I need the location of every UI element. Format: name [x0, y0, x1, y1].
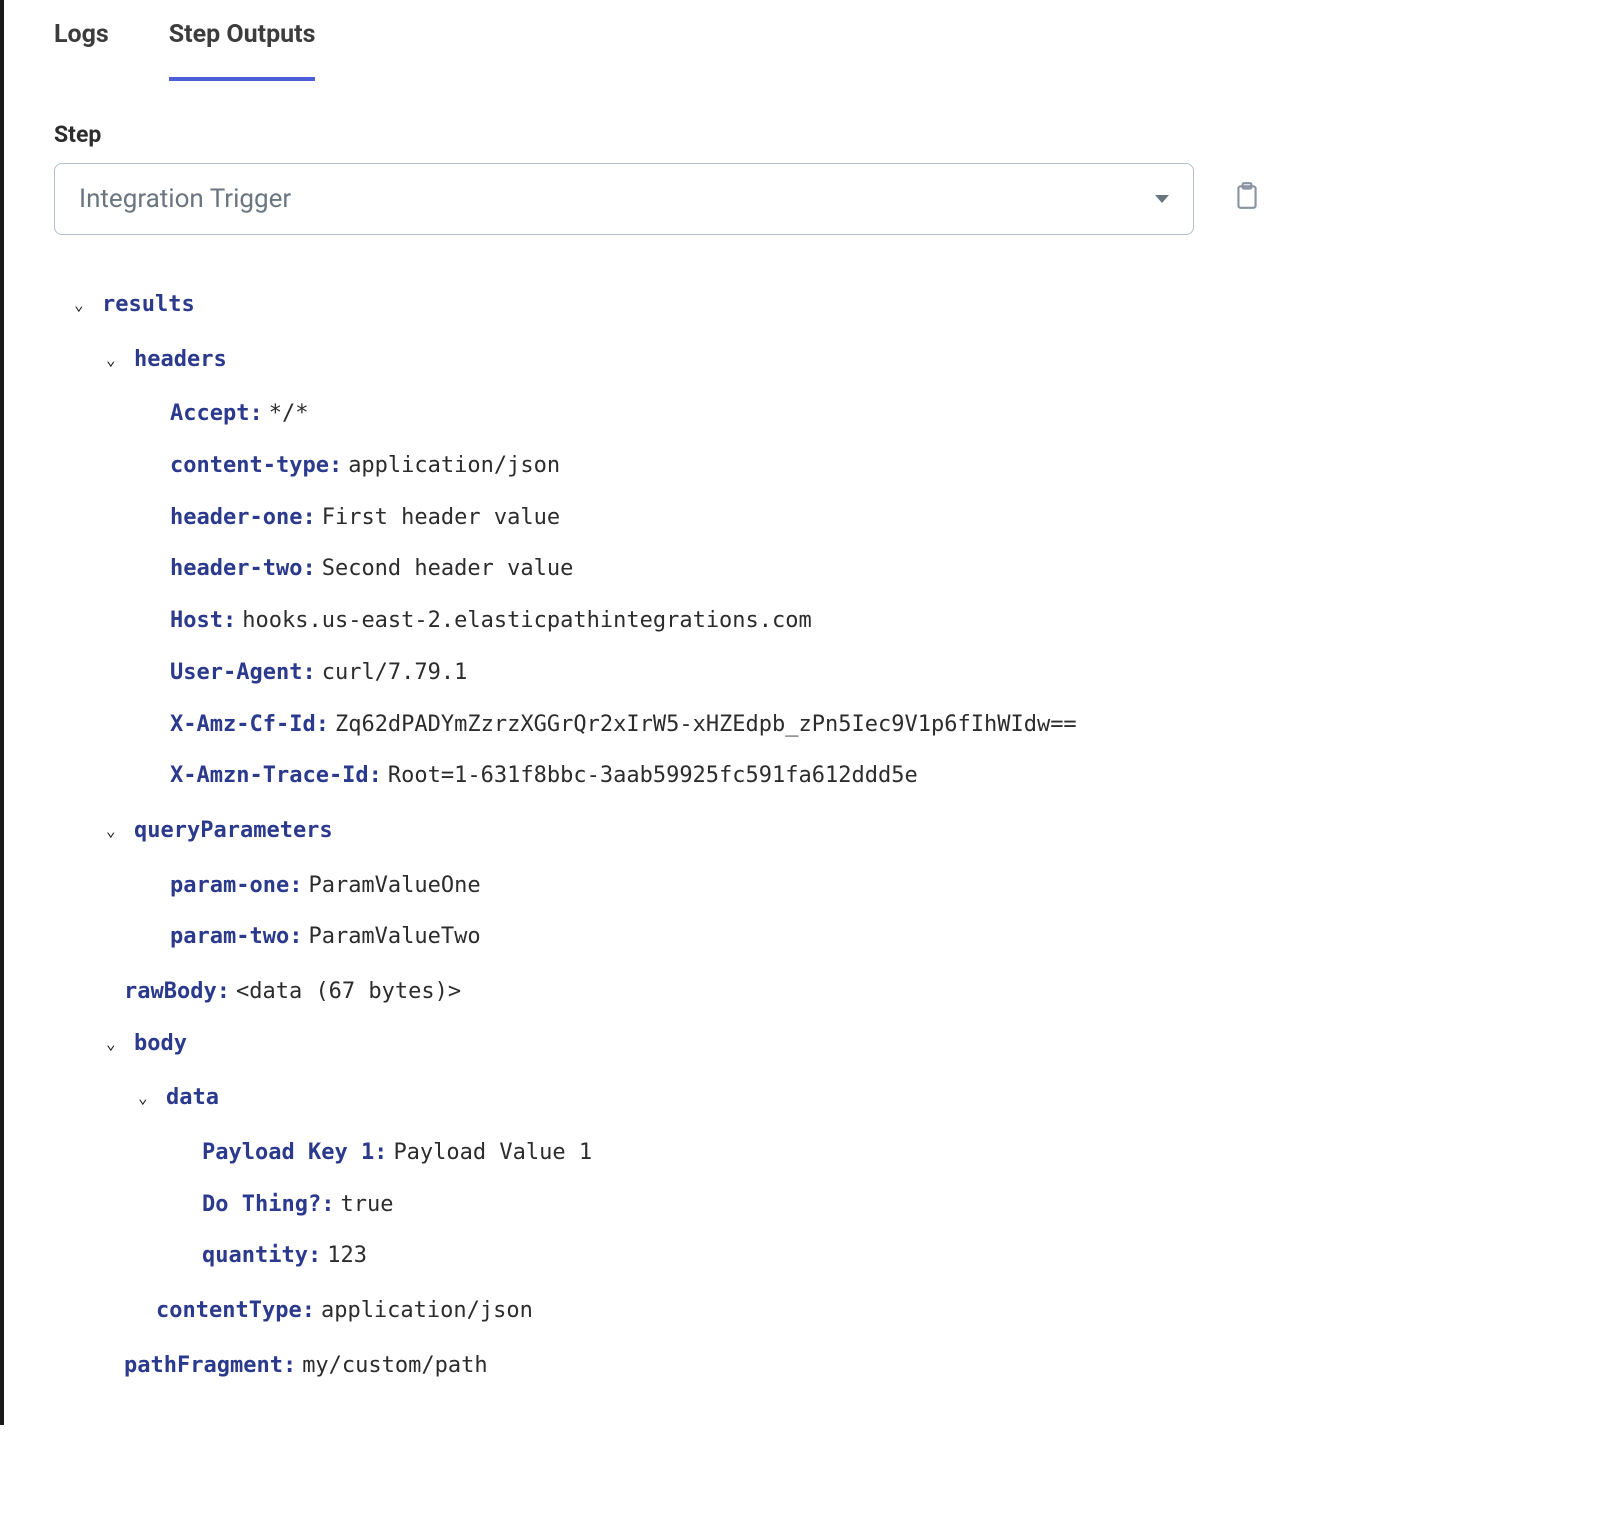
chevron-down-icon[interactable]: ⌄ [138, 1087, 156, 1109]
chevron-down-icon[interactable]: ⌄ [106, 820, 124, 842]
user-agent-value: curl/7.79.1 [322, 658, 468, 688]
param-two-key: param-two: [170, 922, 302, 952]
step-label: Step [44, 121, 1568, 148]
caret-down-icon [1155, 195, 1169, 203]
step-select-value: Integration Trigger [79, 184, 291, 214]
host-value: hooks.us-east-2.elasticpathintegrations.… [242, 606, 812, 636]
path-fragment-key: pathFragment: [124, 1351, 296, 1381]
body-key[interactable]: body [134, 1029, 187, 1059]
clipboard-icon[interactable] [1234, 181, 1260, 217]
chevron-down-icon[interactable]: ⌄ [74, 294, 92, 316]
param-one-key: param-one: [170, 871, 302, 901]
tab-step-outputs[interactable]: Step Outputs [169, 20, 316, 81]
content-type-key: content-type: [170, 451, 342, 481]
user-agent-key: User-Agent: [170, 658, 316, 688]
tab-logs[interactable]: Logs [54, 20, 109, 81]
header-one-key: header-one: [170, 503, 316, 533]
query-parameters-key[interactable]: queryParameters [134, 816, 333, 846]
x-amz-cf-id-key: X-Amz-Cf-Id: [170, 710, 329, 740]
headers-key[interactable]: headers [134, 345, 227, 375]
content-type-body-key: contentType: [156, 1296, 315, 1326]
do-thing-key: Do Thing?: [202, 1190, 334, 1220]
header-one-value: First header value [322, 503, 560, 533]
raw-body-key: rawBody: [124, 977, 230, 1007]
output-tree: ⌄ results ⌄ headers Accept:*/* content-t… [44, 290, 1568, 1380]
step-select[interactable]: Integration Trigger [54, 163, 1194, 235]
x-amzn-trace-id-key: X-Amzn-Trace-Id: [170, 761, 382, 791]
content-type-body-value: application/json [321, 1296, 533, 1326]
path-fragment-value: my/custom/path [302, 1351, 487, 1381]
chevron-down-icon[interactable]: ⌄ [106, 349, 124, 371]
results-key[interactable]: results [102, 290, 195, 320]
do-thing-value: true [340, 1190, 393, 1220]
quantity-key: quantity: [202, 1241, 321, 1271]
accept-key: Accept: [170, 399, 263, 429]
payload-key-1-value: Payload Value 1 [393, 1138, 592, 1168]
param-two-value: ParamValueTwo [308, 922, 480, 952]
content-type-value: application/json [348, 451, 560, 481]
x-amz-cf-id-value: Zq62dPADYmZzrzXGGrQr2xIrW5-xHZEdpb_zPn5I… [335, 710, 1077, 740]
quantity-value: 123 [327, 1241, 367, 1271]
host-key: Host: [170, 606, 236, 636]
data-key[interactable]: data [166, 1083, 219, 1113]
param-one-value: ParamValueOne [308, 871, 480, 901]
raw-body-value: <data (67 bytes)> [236, 977, 461, 1007]
payload-key-1-key: Payload Key 1: [202, 1138, 387, 1168]
header-two-key: header-two: [170, 554, 316, 584]
accept-value: */* [269, 399, 309, 429]
chevron-down-icon[interactable]: ⌄ [106, 1033, 124, 1055]
x-amzn-trace-id-value: Root=1-631f8bbc-3aab59925fc591fa612ddd5e [388, 761, 918, 791]
tabs-bar: Logs Step Outputs [44, 20, 1568, 81]
header-two-value: Second header value [322, 554, 574, 584]
